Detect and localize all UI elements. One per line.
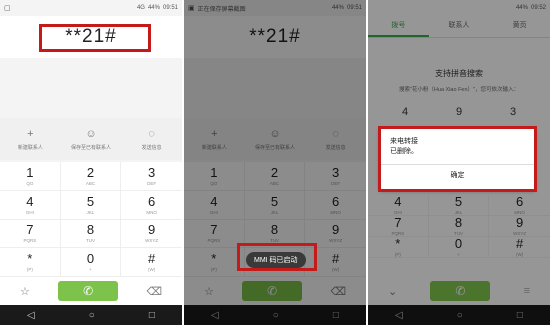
dialer-screen-1: ▢ 4G 44% 09:51 **21# + 新建联系人 ☺ 保存至已有联系人 … (0, 0, 182, 325)
key-digit: 7 (26, 222, 34, 238)
key-7[interactable]: 7 PQRS (0, 219, 61, 249)
keypad: 1 QO 2 ABC 3 DEF 4 GHI 5 JKL 6 MNO 7 PQRS 8 TUV … (0, 162, 182, 277)
key-digit: 9 (148, 222, 156, 238)
backspace-icon[interactable]: ⌫ (146, 285, 162, 298)
key-digit: # (148, 251, 156, 267)
recents-icon[interactable]: □ (149, 310, 155, 321)
phone-icon: ✆ (83, 284, 94, 298)
key-9[interactable]: 9 WXYZ (121, 220, 182, 249)
key-digit: * (27, 251, 33, 267)
signal-icon: 4G (136, 5, 145, 11)
key-letters: MNO (146, 209, 157, 215)
key-3[interactable]: 3 DEF (121, 162, 182, 191)
key-letters: QO (26, 180, 34, 186)
save-to-contact-label: 保存至已有联系人 (71, 145, 112, 151)
plus-icon: + (27, 128, 34, 140)
call-button[interactable]: ✆ (58, 281, 119, 301)
key-hash[interactable]: # (W) (121, 248, 182, 277)
battery-level: 44% (147, 5, 160, 11)
dialer-screen-2: ▣ 正在保存屏幕截图 44% 09:51 **21# + 新建联系人 ☺ 保存至… (184, 0, 366, 325)
key-letters: JKL (86, 209, 95, 215)
key-letters: + (89, 267, 92, 273)
key-2[interactable]: 2 ABC (60, 162, 122, 191)
message-icon: ◌ (148, 128, 155, 140)
key-letters: (W) (148, 267, 156, 273)
time: 09:51 (162, 5, 178, 11)
status-bar: ▢ 4G 44% 09:51 (0, 0, 182, 16)
key-0[interactable]: 0+ (60, 248, 122, 277)
key-letters: DEF (147, 180, 157, 186)
key-letters: TUV (85, 238, 95, 244)
key-letters: PQRS (23, 238, 37, 244)
key-4[interactable]: 4 GHI (0, 190, 61, 220)
key-digit: 2 (86, 164, 95, 180)
new-contact-label: 新建联系人 (17, 145, 43, 151)
home-icon[interactable]: ○ (89, 310, 95, 321)
key-1[interactable]: 1 QO (0, 162, 61, 191)
person-icon: ☺ (85, 128, 97, 140)
dim-overlay (184, 0, 366, 325)
send-message-label: 发送信息 (141, 145, 162, 151)
key-8[interactable]: 8 TUV (60, 219, 122, 249)
key-star[interactable]: * (P) (0, 248, 61, 277)
save-to-contact-button[interactable]: ☺ 保存至已有联系人 (61, 118, 122, 160)
key-digit: 1 (26, 164, 34, 180)
favorites-star-icon[interactable]: ☆ (20, 285, 30, 298)
key-digit: 8 (86, 222, 95, 238)
key-6[interactable]: 6 MNO (121, 191, 182, 220)
key-digit: 5 (86, 193, 95, 209)
key-letters: (P) (26, 267, 33, 273)
toast-highlight-box (237, 243, 317, 271)
key-5[interactable]: 5 JKL (60, 190, 122, 220)
key-digit: 6 (148, 193, 156, 209)
suggestion-area (0, 58, 182, 118)
key-digit: 0 (86, 251, 95, 267)
key-letters: WXYZ (145, 238, 159, 244)
key-digit: 4 (26, 193, 34, 209)
app-icon: ▢ (4, 5, 11, 12)
navigation-bar: ◁ ○ □ (0, 305, 182, 325)
send-message-button[interactable]: ◌ 发送信息 (121, 118, 182, 160)
contact-actions: + 新建联系人 ☺ 保存至已有联系人 ◌ 发送信息 (0, 118, 182, 160)
number-highlight-box (39, 24, 151, 52)
new-contact-button[interactable]: + 新建联系人 (0, 118, 61, 160)
dialer-screen-3: 44% 09:52 拨号 联系人 黄页 支持拼音搜索 搜索"花小粉（Hua Xi… (368, 0, 550, 325)
key-letters: ABC (85, 180, 96, 186)
dialog-highlight-box (378, 126, 537, 192)
back-icon[interactable]: ◁ (27, 310, 35, 321)
dialer-bottom-bar: ☆ ✆ ⌫ (0, 277, 182, 305)
key-letters: GHI (25, 209, 34, 215)
key-digit: 3 (148, 164, 156, 180)
